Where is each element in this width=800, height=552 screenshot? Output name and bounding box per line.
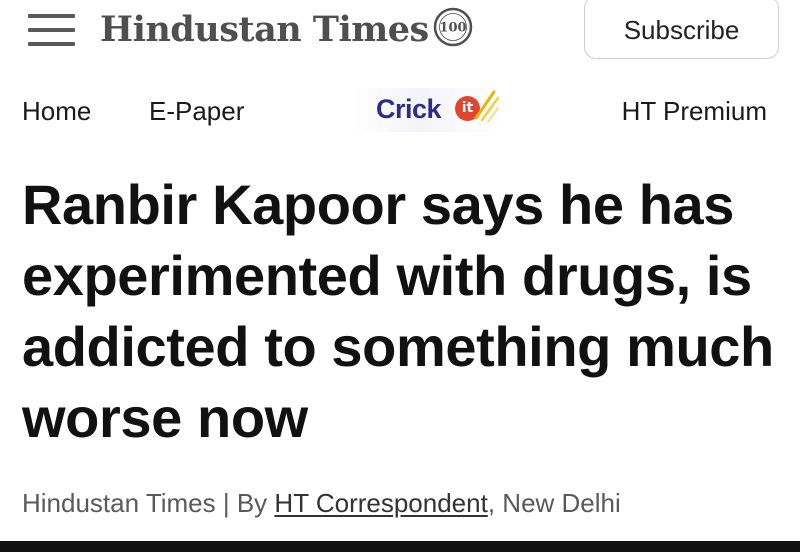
subscribe-button[interactable]: Subscribe: [584, 0, 779, 59]
byline-publication: Hindustan Times | By: [22, 488, 275, 518]
nav-crickit[interactable]: Crick it: [352, 88, 502, 132]
article-headline: Ranbir Kapoor says he has experimented w…: [22, 173, 774, 449]
menu-bar: [28, 42, 75, 46]
site-logo[interactable]: Hindustan Times 100: [100, 4, 473, 54]
byline-author-link[interactable]: HT Correspondent: [274, 488, 487, 518]
century-seal-icon: 100: [433, 7, 473, 47]
crickit-streak-icon: [474, 90, 500, 123]
byline-location: , New Delhi: [487, 488, 621, 518]
crickit-logo-text: Crick: [376, 94, 442, 124]
site-header: Hindustan Times 100 Subscribe: [0, 0, 800, 60]
article-byline: Hindustan Times | By HT Correspondent, N…: [22, 488, 621, 519]
nav-home[interactable]: Home: [22, 96, 91, 127]
nav-ht-premium[interactable]: HT Premium: [622, 96, 767, 127]
main-nav: Home E-Paper Crick it HT Premium: [0, 88, 800, 136]
logo-wordmark: Hindustan Times: [100, 8, 429, 50]
seal-number: 100: [439, 21, 466, 36]
menu-bar: [28, 28, 75, 32]
hamburger-menu-icon[interactable]: [26, 12, 78, 48]
bottom-bar: [0, 541, 800, 552]
menu-bar: [28, 14, 75, 18]
nav-epaper[interactable]: E-Paper: [149, 96, 244, 127]
